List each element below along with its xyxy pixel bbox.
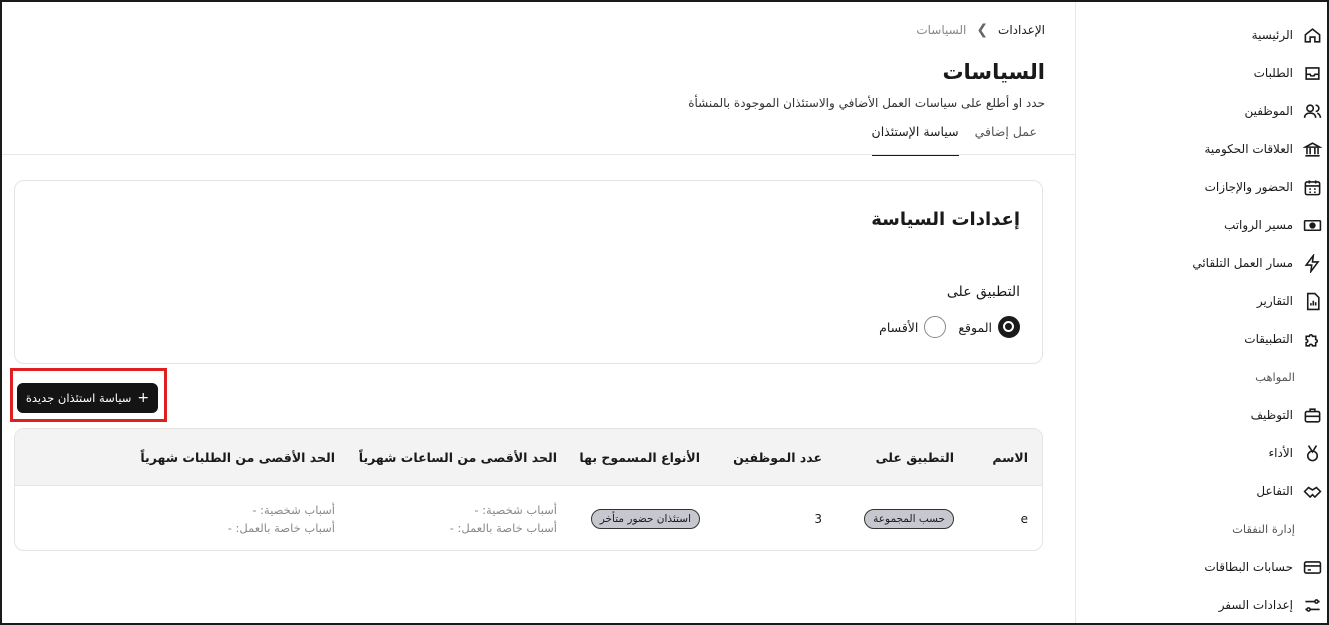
breadcrumb-current: السياسات xyxy=(916,23,967,37)
policies-table: الاسم التطبيق على عدد الموظفين الأنواع ا… xyxy=(14,428,1043,551)
sidebar-item-label: الموظفين xyxy=(1244,104,1293,118)
hours-work: أسباب خاصة بالعمل: - xyxy=(449,520,557,535)
briefcase-icon xyxy=(1301,404,1323,426)
apply-to-radio-group: الموقع الأقسام xyxy=(879,316,1020,338)
sidebar-item-label: الطلبات xyxy=(1253,66,1293,80)
sidebar-item-attendance[interactable]: الحضور والإجازات xyxy=(1076,168,1327,206)
sidebar-item-home[interactable]: الرئيسية xyxy=(1076,16,1327,54)
radio-location-label: الموقع xyxy=(958,319,992,335)
main-content: الإعدادات ❯ السياسات السياسات حدد او أطل… xyxy=(2,2,1075,623)
sidebar-section-expenses: إدارة النفقات xyxy=(1232,522,1295,536)
sidebar-item-label: إعدادات السفر xyxy=(1218,598,1293,612)
col-max-requests: الحد الأقصى من الطلبات شهرياً xyxy=(140,449,335,465)
card-icon xyxy=(1301,556,1323,578)
sidebar-item-label: التطبيقات xyxy=(1244,332,1293,346)
sidebar-item-label: التوظيف xyxy=(1250,408,1293,422)
highlight-box: + سياسة استئذان جديدة xyxy=(10,368,167,422)
calendar-icon xyxy=(1301,176,1323,198)
sidebar-item-employees[interactable]: الموظفين xyxy=(1076,92,1327,130)
col-name: الاسم xyxy=(992,449,1028,465)
radio-departments-label: الأقسام xyxy=(879,319,919,335)
row-applies-to: حسب المجموعة xyxy=(836,508,968,529)
requests-personal: أسباب شخصية: - xyxy=(252,502,335,517)
row-allowed-types: استئذان حضور متأخر xyxy=(571,508,714,529)
sidebar-item-label: مسير الرواتب xyxy=(1223,218,1293,232)
table-header: الاسم التطبيق على عدد الموظفين الأنواع ا… xyxy=(15,429,1042,486)
sidebar-item-label: مسار العمل التلقائي xyxy=(1192,256,1293,270)
inbox-icon xyxy=(1301,62,1323,84)
row-max-hours: أسباب شخصية: - أسباب خاصة بالعمل: - xyxy=(349,501,571,537)
tab-permission-policy[interactable]: سياسة الإستئذان xyxy=(871,118,959,156)
settings-title: إعدادات السياسة xyxy=(871,209,1020,230)
sidebar-item-gov-relations[interactable]: العلاقات الحكومية xyxy=(1076,130,1327,168)
policy-settings-card: إعدادات السياسة التطبيق على الموقع الأقس… xyxy=(14,180,1043,364)
sidebar-section-talent: المواهب xyxy=(1255,370,1295,384)
sidebar-item-label: العلاقات الحكومية xyxy=(1204,142,1294,156)
puzzle-icon xyxy=(1301,328,1323,350)
row-name: e xyxy=(1020,511,1028,526)
applies-to-badge: حسب المجموعة xyxy=(864,508,954,529)
page-title: السياسات xyxy=(942,60,1045,84)
home-icon xyxy=(1301,24,1323,46)
new-policy-label: سياسة استئذان جديدة xyxy=(25,391,132,405)
sidebar-item-automation[interactable]: مسار العمل التلقائي xyxy=(1076,244,1327,282)
col-applies-to: التطبيق على xyxy=(875,449,954,465)
automation-icon xyxy=(1301,252,1323,274)
bank-icon xyxy=(1301,138,1323,160)
new-permission-policy-button[interactable]: + سياسة استئذان جديدة xyxy=(17,383,158,413)
col-allowed-types: الأنواع المسموح بها xyxy=(579,449,700,465)
policy-tabs: عمل إضافي سياسة الإستئذان xyxy=(871,118,1037,156)
breadcrumb: الإعدادات ❯ السياسات xyxy=(916,22,1045,38)
sidebar-item-card-accounts[interactable]: حسابات البطاقات xyxy=(1076,548,1327,586)
radio-unselected-icon xyxy=(924,316,947,338)
divider xyxy=(2,154,1075,155)
radio-departments[interactable]: الأقسام xyxy=(879,316,947,338)
hours-personal: أسباب شخصية: - xyxy=(474,502,557,517)
requests-work: أسباب خاصة بالعمل: - xyxy=(227,520,335,535)
sidebar-item-label: الرئيسية xyxy=(1251,28,1293,42)
col-employees: عدد الموظفين xyxy=(733,449,822,465)
sidebar-item-label: الأداء xyxy=(1268,446,1294,460)
page-subtitle: حدد او أطلع على سياسات العمل الأضافي وال… xyxy=(688,96,1045,110)
apply-to-label: التطبيق على xyxy=(946,284,1020,300)
sidebar-item-apps[interactable]: التطبيقات xyxy=(1076,320,1327,358)
medal-icon xyxy=(1301,442,1323,464)
chevron-left-icon: ❯ xyxy=(976,22,989,38)
breadcrumb-root[interactable]: الإعدادات xyxy=(998,23,1045,37)
sidebar-item-reports[interactable]: التقارير xyxy=(1076,282,1327,320)
sidebar-item-recruitment[interactable]: التوظيف xyxy=(1076,396,1327,434)
sidebar-item-travel-settings[interactable]: إعدادات السفر xyxy=(1076,586,1327,624)
sidebar-item-label: التقارير xyxy=(1256,294,1293,308)
sidebar: الرئيسية الطلبات الموظفين العلاقات الحكو… xyxy=(1075,2,1327,623)
money-icon xyxy=(1301,214,1323,236)
row-employees: 3 xyxy=(814,511,822,526)
row-max-requests: أسباب شخصية: - أسباب خاصة بالعمل: - xyxy=(127,501,349,537)
report-icon xyxy=(1301,290,1323,312)
radio-location[interactable]: الموقع xyxy=(958,316,1020,338)
col-max-hours: الحد الأقصى من الساعات شهرياً xyxy=(358,449,557,465)
sliders-icon xyxy=(1301,594,1323,616)
sidebar-item-payroll[interactable]: مسير الرواتب xyxy=(1076,206,1327,244)
sidebar-item-requests[interactable]: الطلبات xyxy=(1076,54,1327,92)
radio-selected-icon xyxy=(998,316,1020,338)
users-icon xyxy=(1301,100,1323,122)
allowed-type-badge: استئذان حضور متأخر xyxy=(590,508,700,529)
plus-icon: + xyxy=(137,390,150,406)
tab-overtime[interactable]: عمل إضافي xyxy=(975,118,1037,154)
sidebar-item-label: التفاعل xyxy=(1256,484,1293,498)
sidebar-item-engagement[interactable]: التفاعل xyxy=(1076,472,1327,510)
table-row[interactable]: e حسب المجموعة 3 استئذان حضور متأخر أسبا… xyxy=(15,486,1042,550)
sidebar-item-label: الحضور والإجازات xyxy=(1204,180,1293,194)
handshake-icon xyxy=(1301,480,1323,502)
sidebar-item-performance[interactable]: الأداء xyxy=(1076,434,1327,472)
sidebar-item-label: حسابات البطاقات xyxy=(1204,560,1293,574)
